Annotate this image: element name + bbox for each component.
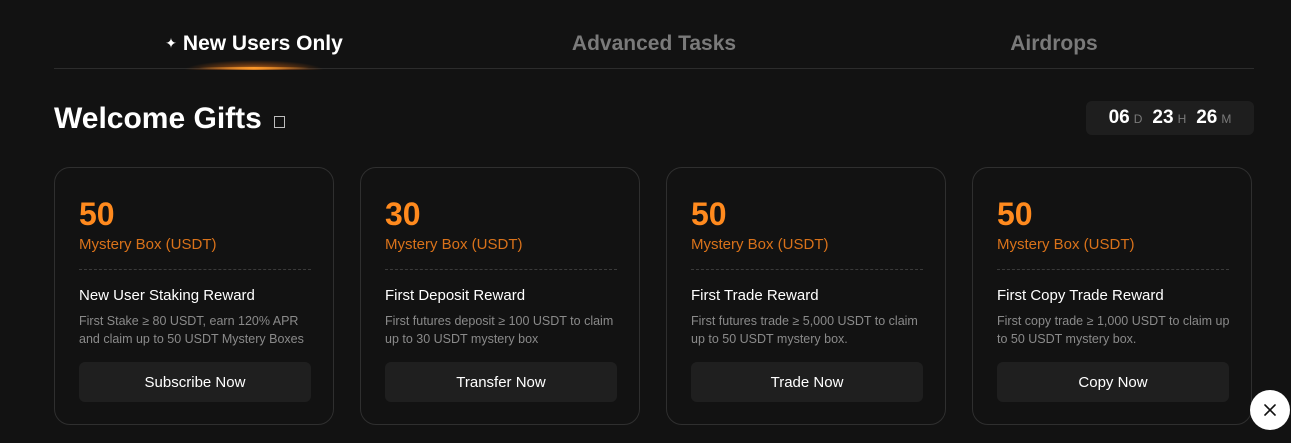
reward-unit: Mystery Box (USDT) [997,236,1135,253]
info-icon[interactable] [273,116,285,128]
section-heading: Welcome Gifts [54,100,285,138]
reward-unit: Mystery Box (USDT) [79,236,217,253]
reward-card-deposit: 30 Mystery Box (USDT) First Deposit Rewa… [360,167,640,425]
countdown-minutes: 26 M [1196,107,1231,129]
countdown-hours-value: 23 [1152,107,1174,128]
card-divider [79,269,311,270]
reward-card-copy-trade: 50 Mystery Box (USDT) First Copy Trade R… [972,167,1252,425]
trade-now-button[interactable]: Trade Now [691,362,923,402]
sparkle-icon: ✦ [165,35,177,51]
reward-card-trade: 50 Mystery Box (USDT) First Trade Reward… [666,167,946,425]
countdown-timer: 06 D 23 H 26 M [1086,101,1254,135]
tab-airdrops[interactable]: Airdrops [854,20,1254,68]
page: ✦ New Users Only Advanced Tasks Airdrops … [0,0,1291,443]
reward-title: New User Staking Reward [79,287,255,304]
reward-card-staking: 50 Mystery Box (USDT) New User Staking R… [54,167,334,425]
reward-cards: 50 Mystery Box (USDT) New User Staking R… [54,167,1254,427]
reward-description: First copy trade ≥ 1,000 USDT to claim u… [997,314,1230,346]
reward-amount: 50 [79,196,115,232]
section-title: Welcome Gifts [54,102,262,135]
tab-bar: ✦ New Users Only Advanced Tasks Airdrops [54,20,1254,70]
close-button[interactable] [1250,390,1290,430]
reward-unit: Mystery Box (USDT) [691,236,829,253]
tab-new-users-only[interactable]: ✦ New Users Only [54,20,454,70]
card-divider [385,269,617,270]
reward-amount: 50 [997,196,1033,232]
countdown-days: 06 D [1109,107,1143,129]
card-divider [691,269,923,270]
subscribe-now-button[interactable]: Subscribe Now [79,362,311,402]
tab-label: Advanced Tasks [571,32,737,55]
countdown-minutes-value: 26 [1196,107,1218,128]
tab-label: New Users Only [182,32,343,55]
countdown-days-label: D [1133,112,1143,126]
reward-description: First Stake ≥ 80 USDT, earn 120% APR and… [79,314,304,346]
reward-unit: Mystery Box (USDT) [385,236,523,253]
reward-title: First Deposit Reward [385,287,526,304]
countdown-minutes-label: M [1221,112,1232,126]
copy-now-button[interactable]: Copy Now [997,362,1229,402]
reward-title: First Copy Trade Reward [997,287,1164,304]
close-icon [1264,404,1276,416]
tab-label: Airdrops [1010,32,1098,55]
reward-amount: 50 [691,196,727,232]
transfer-now-button[interactable]: Transfer Now [385,362,617,402]
reward-title: First Trade Reward [691,287,819,304]
active-tab-indicator [199,67,309,69]
countdown-hours: 23 H [1152,107,1186,129]
reward-description: First futures trade ≥ 5,000 USDT to clai… [691,314,918,346]
countdown-days-value: 06 [1108,107,1130,128]
reward-description: First futures deposit ≥ 100 USDT to clai… [385,314,614,346]
card-divider [997,269,1229,270]
reward-amount: 30 [385,196,421,232]
tab-advanced-tasks[interactable]: Advanced Tasks [454,20,854,68]
countdown-hours-label: H [1177,112,1187,126]
